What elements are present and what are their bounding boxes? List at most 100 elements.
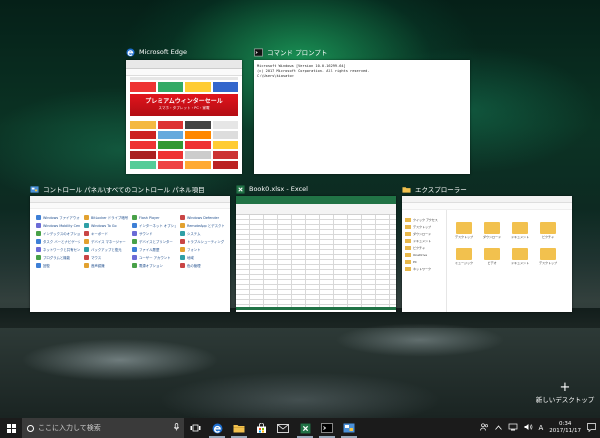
people-icon[interactable] (479, 423, 489, 433)
explorer-folder[interactable]: ドキュメント (507, 219, 533, 243)
explorer-nav-item[interactable]: ダウンロード (405, 231, 443, 237)
taskbar-control-panel[interactable] (338, 418, 360, 438)
window-title-text: エクスプローラー (415, 186, 467, 194)
explorer-folder[interactable]: ダウンロード (479, 219, 505, 243)
cp-item-label: システム (187, 232, 201, 236)
cp-item[interactable]: RemoteApp とデスクトップ接続 (180, 223, 224, 228)
cp-item[interactable]: インデックスのオプション (36, 231, 80, 236)
control-panel-thumbnail[interactable]: Windows ファイアウォール BitLocker ドライブ暗号化 Flash P… (30, 196, 230, 312)
nav-label: PC (413, 260, 417, 264)
cp-item-label: フォント (187, 248, 201, 252)
cp-item-icon (180, 231, 185, 236)
cp-item-label: BitLocker ドライブ暗号化 (91, 216, 128, 220)
explorer-nav-item[interactable]: クイック アクセス (405, 217, 443, 223)
taskbar-explorer[interactable] (228, 418, 250, 438)
taskbar-edge[interactable] (206, 418, 228, 438)
window-title-control-panel: コントロール パネル\すべてのコントロール パネル項目 (30, 183, 205, 195)
explorer-nav-item[interactable]: デスクトップ (405, 224, 443, 230)
cmd-icon (254, 48, 263, 57)
taskbar-store[interactable] (250, 418, 272, 438)
task-view-button[interactable] (184, 418, 206, 438)
cp-item[interactable]: プログラムと機能 (36, 255, 80, 260)
cp-item[interactable]: 地域 (180, 255, 224, 260)
cp-item[interactable]: サウンド (132, 231, 176, 236)
window-title-cmd: コマンド プロンプト (254, 46, 327, 58)
action-center-icon[interactable] (587, 422, 596, 434)
cp-item[interactable]: キーボード (84, 231, 128, 236)
cp-item[interactable]: Windows Defender (180, 215, 224, 220)
explorer-folder[interactable]: デスクトップ (535, 245, 561, 269)
cp-item[interactable]: Windows To Go (84, 223, 128, 228)
excel-thumbnail[interactable] (236, 196, 396, 312)
cp-item-icon (180, 215, 185, 220)
cp-item[interactable]: インターネット オプション (132, 223, 176, 228)
cp-item-icon (84, 255, 89, 260)
nav-label: OneDrive (413, 253, 428, 257)
cp-item-icon (84, 247, 89, 252)
cp-item[interactable]: 音声認識 (84, 263, 128, 268)
cp-item[interactable]: Windows ファイアウォール (36, 215, 80, 220)
explorer-thumbnail[interactable]: クイック アクセス デスクトップ ダウンロード ドキュメント ピクチャ OneDrive P… (402, 196, 572, 312)
cp-item[interactable]: システム (180, 231, 224, 236)
excel-ribbon-tools (236, 204, 396, 215)
cp-item-icon (132, 223, 137, 228)
edge-icon (126, 47, 135, 57)
cp-item[interactable]: 色の管理 (180, 263, 224, 268)
explorer-nav-item[interactable]: OneDrive (405, 252, 443, 258)
microphone-icon[interactable] (174, 423, 179, 433)
taskbar-mail[interactable] (272, 418, 294, 438)
explorer-folder[interactable]: ミュージック (451, 245, 477, 269)
volume-icon[interactable] (524, 423, 533, 433)
cp-item[interactable]: フォント (180, 247, 224, 252)
cp-item[interactable]: タスク バーとナビゲーション (36, 239, 80, 244)
cmd-prompt: C:\Users\kiasato> (257, 74, 294, 78)
explorer-nav-item[interactable]: ネットワーク (405, 266, 443, 272)
edge-sale-banner[interactable]: プレミアムウィンターセール スマホ・タブレット・PC・家電 (130, 94, 238, 116)
search-box[interactable]: ここに入力して検索 (22, 418, 184, 438)
excel-icon (300, 423, 310, 433)
explorer-nav-item[interactable]: PC (405, 259, 443, 265)
taskbar-cmd[interactable] (316, 418, 338, 438)
cp-item[interactable]: BitLocker ドライブ暗号化 (84, 215, 128, 220)
clock[interactable]: 0:34 2017/11/17 (549, 421, 581, 435)
edge-thumbnail[interactable]: プレミアムウィンターセール スマホ・タブレット・PC・家電 (126, 60, 242, 174)
cp-item-icon (132, 239, 137, 244)
explorer-folder[interactable]: ビデオ (479, 245, 505, 269)
taskbar-excel[interactable] (294, 418, 316, 438)
cp-item[interactable]: ファイル履歴 (132, 247, 176, 252)
cp-item-grid: Windows ファイアウォール BitLocker ドライブ暗号化 Flash P… (30, 209, 230, 274)
cp-item[interactable]: ネットワークと共有センター (36, 247, 80, 252)
chevron-up-icon[interactable] (494, 424, 502, 432)
cp-item-icon (132, 247, 137, 252)
start-button[interactable] (0, 418, 22, 438)
cp-item[interactable]: マウス (84, 255, 128, 260)
cp-item-label: 地域 (187, 256, 194, 260)
new-desktop-button[interactable]: + 新しいデスクトップ (530, 381, 600, 410)
cp-item[interactable]: 電源オプション (132, 263, 176, 268)
network-icon[interactable] (508, 423, 518, 433)
cp-item[interactable]: バックアップと復元 (84, 247, 128, 252)
banner-sub: スマホ・タブレット・PC・家電 (158, 106, 210, 110)
cp-item[interactable]: トラブルシューティング (180, 239, 224, 244)
ime-indicator[interactable]: A (539, 424, 544, 432)
explorer-folder[interactable]: ドキュメント (507, 245, 533, 269)
cp-item[interactable]: デバイスとプリンター (132, 239, 176, 244)
cp-item-label: サウンド (139, 232, 153, 236)
folder-icon (484, 222, 500, 234)
explorer-folder[interactable]: ピクチャ (535, 219, 561, 243)
explorer-icon (233, 425, 245, 433)
explorer-folder[interactable]: デスクトップ (451, 219, 477, 243)
window-title-text: コマンド プロンプト (267, 49, 328, 57)
explorer-nav-item[interactable]: ドキュメント (405, 238, 443, 244)
cp-item[interactable]: デバイス マネージャー (84, 239, 128, 244)
cp-item[interactable]: ユーザー アカウント (132, 255, 176, 260)
cp-item[interactable]: Flash Player (132, 215, 176, 220)
cp-item[interactable]: Windows Mobility Center (36, 223, 80, 228)
nav-label: ダウンロード (413, 232, 432, 236)
cmd-thumbnail[interactable]: Microsoft Windows [Version 10.0.16299.64… (254, 60, 470, 174)
explorer-nav-item[interactable]: ピクチャ (405, 245, 443, 251)
cp-item-icon (36, 239, 41, 244)
folder-icon (405, 218, 411, 222)
cp-item[interactable]: 回復 (36, 263, 80, 268)
explorer-nav-pane: クイック アクセス デスクトップ ダウンロードドキュメント ピクチャ OneDrive P… (402, 210, 447, 312)
